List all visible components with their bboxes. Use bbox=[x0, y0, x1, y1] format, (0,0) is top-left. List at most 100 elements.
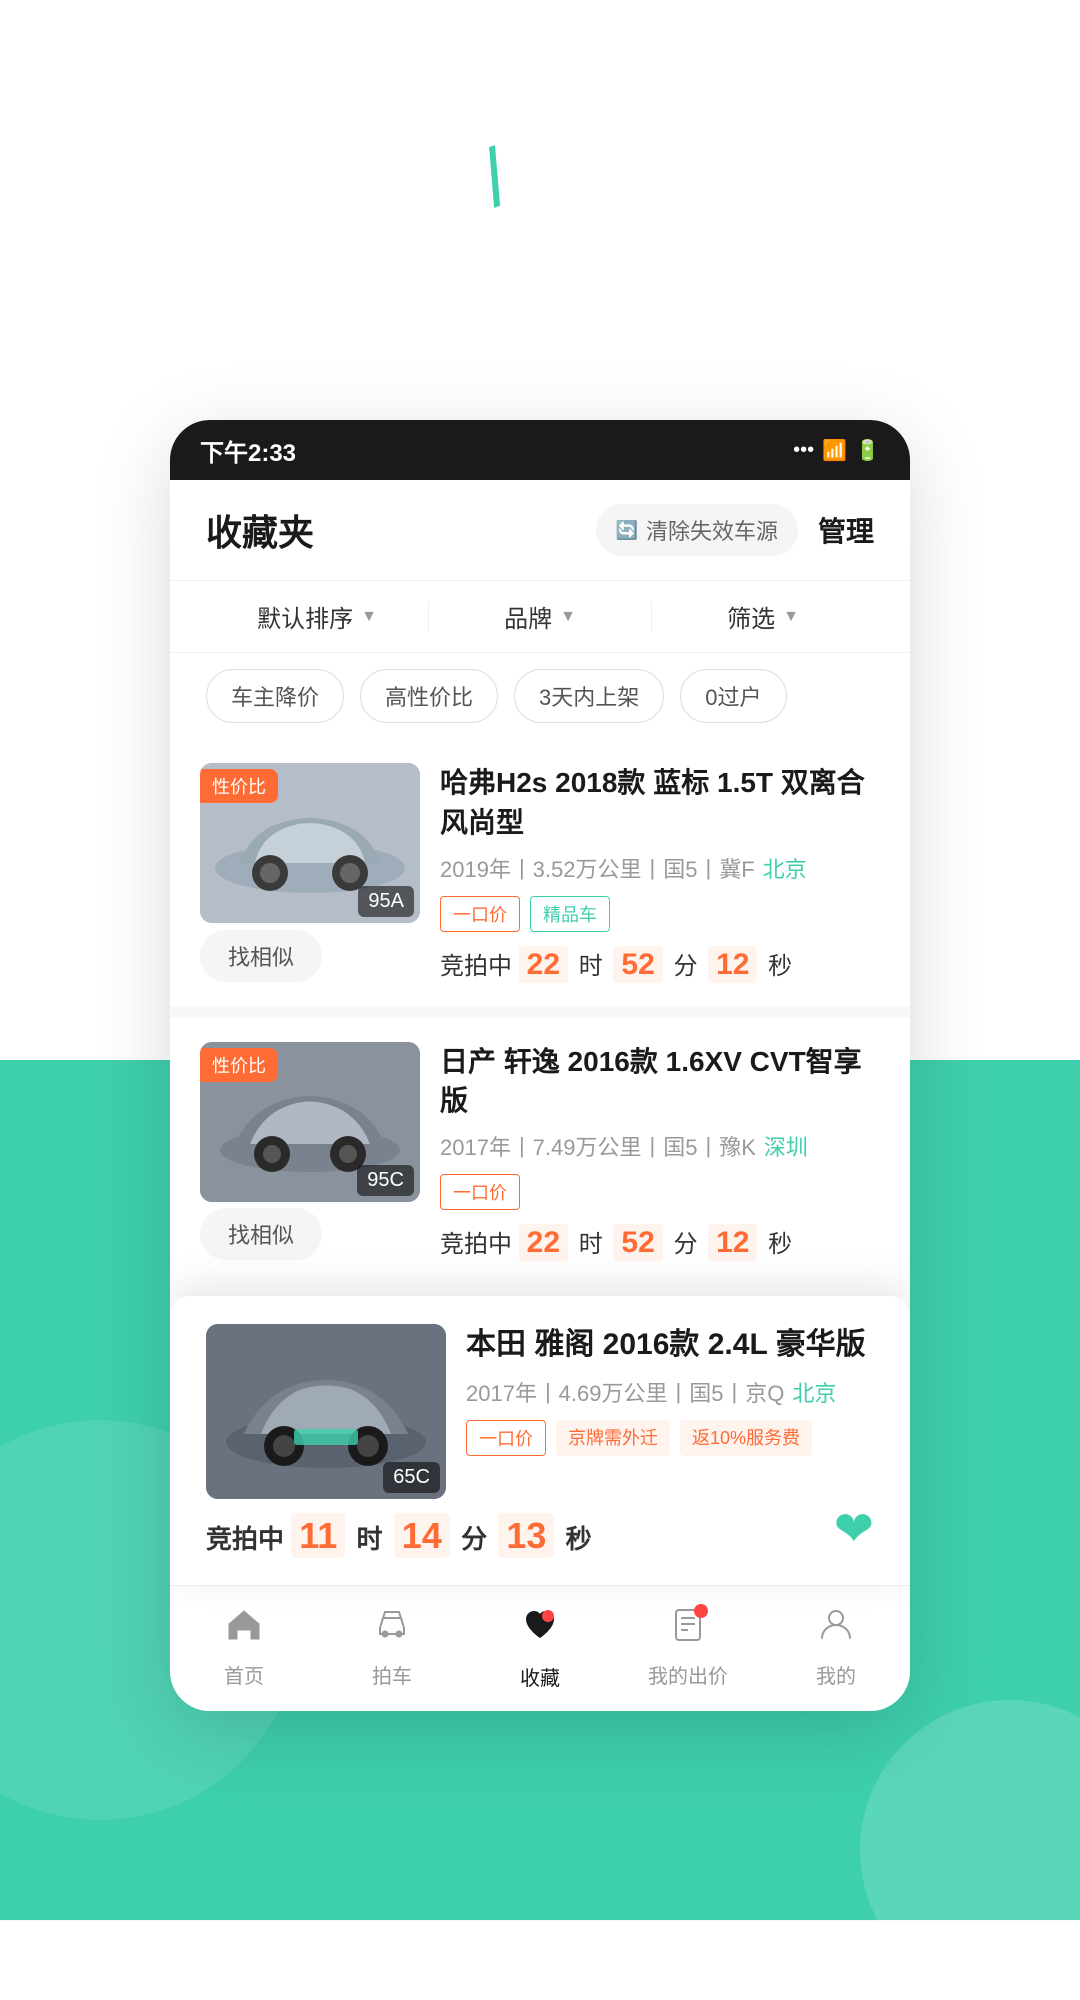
bid-icon bbox=[668, 1604, 708, 1654]
car-item-highlight[interactable]: 65C 本田 雅阁 2016款 2.4L 豪华版 2017年 | 4.69万公里… bbox=[170, 1296, 910, 1585]
car-icon bbox=[372, 1604, 412, 1654]
car-year-3: 2017年 bbox=[466, 1376, 537, 1408]
car-plate-2: 豫K bbox=[719, 1130, 756, 1162]
auction-row-3: 竞拍中 11 时 14 分 13 秒 bbox=[206, 1515, 596, 1557]
auction-minutes-1: 52 bbox=[613, 946, 662, 983]
car-info-1: 哈弗H2s 2018款 蓝标 1.5T 双离合风尚型 2019年 | 3.52万… bbox=[440, 763, 880, 981]
car-emission-2: 国5 bbox=[663, 1130, 697, 1162]
status-time: 下午2:33 bbox=[200, 433, 296, 468]
status-bar: 下午2:33 ••• 📶 🔋 bbox=[170, 420, 910, 480]
quick-tags-row: 车主降价 高性价比 3天内上架 0过户 bbox=[170, 653, 910, 739]
quality-badge-2: 性价比 bbox=[200, 1048, 278, 1082]
car-tag-1-1: 精品车 bbox=[530, 896, 610, 932]
profile-icon bbox=[816, 1604, 856, 1654]
similar-btn-1[interactable]: 找相似 bbox=[200, 930, 322, 982]
signal-icon: ••• bbox=[793, 439, 814, 462]
car-name-2: 日产 轩逸 2016款 1.6XV CVT智享版 bbox=[440, 1042, 880, 1120]
car-meta-2: 2017年 | 7.49万公里 | 国5 | 豫K 深圳 bbox=[440, 1130, 880, 1162]
auction-hours-2: 22 bbox=[519, 1224, 568, 1261]
car-info-3: 本田 雅阁 2016款 2.4L 豪华版 2017年 | 4.69万公里 | 国… bbox=[466, 1324, 874, 1499]
score-badge-3: 65C bbox=[383, 1462, 440, 1493]
nav-profile[interactable]: 我的 bbox=[776, 1604, 896, 1689]
car-tag-3-0: 一口价 bbox=[466, 1420, 546, 1456]
auction-row-1: 竞拍中 22 时 52 分 12 秒 bbox=[440, 946, 880, 982]
car-emission-3: 国5 bbox=[689, 1376, 723, 1408]
car-tag-3-1: 京牌需外迁 bbox=[556, 1420, 670, 1456]
phone-mockup: 下午2:33 ••• 📶 🔋 收藏夹 🔄 清除失效车源 管理 默认排序 ▼ bbox=[170, 420, 910, 1711]
nav-auction[interactable]: 拍车 bbox=[332, 1604, 452, 1689]
clear-icon: 🔄 bbox=[616, 520, 638, 541]
auction-seconds-3: 13 bbox=[498, 1513, 554, 1558]
nav-profile-label: 我的 bbox=[816, 1660, 856, 1689]
manage-button[interactable]: 管理 bbox=[818, 510, 874, 550]
car-tags-3: 一口价 京牌需外迁 返10%服务费 bbox=[466, 1420, 874, 1456]
auction-hours-1: 22 bbox=[519, 946, 568, 983]
header-actions: 🔄 清除失效车源 管理 bbox=[596, 504, 874, 556]
car-location-1: 北京 bbox=[763, 852, 807, 884]
nav-favorites[interactable]: 收藏 bbox=[480, 1602, 600, 1691]
car-year-1: 2019年 bbox=[440, 852, 511, 884]
car-info-2: 日产 轩逸 2016款 1.6XV CVT智享版 2017年 | 7.49万公里… bbox=[440, 1042, 880, 1260]
brand-arrow: ▼ bbox=[560, 608, 576, 626]
screen-label: 筛选 bbox=[727, 599, 775, 634]
car-tag-3-2: 返10%服务费 bbox=[680, 1420, 812, 1456]
car-image-wrap-3: 65C bbox=[206, 1324, 446, 1499]
car-plate-3: 京Q bbox=[745, 1376, 784, 1408]
auction-minutes-2: 52 bbox=[613, 1224, 662, 1261]
filter-bar: 默认排序 ▼ 品牌 ▼ 筛选 ▼ bbox=[170, 581, 910, 653]
status-icons: ••• 📶 🔋 bbox=[793, 438, 880, 463]
car-list: 性价比 95A 找相似 哈弗H2s 2018款 蓝标 1.5T 双离合风尚型 2… bbox=[170, 739, 910, 1284]
auction-seconds-1: 12 bbox=[708, 946, 757, 983]
tag-high-value[interactable]: 高性价比 bbox=[360, 669, 498, 723]
wifi-icon: 📶 bbox=[822, 438, 847, 463]
sort-label: 默认排序 bbox=[257, 599, 353, 634]
nav-home-label: 首页 bbox=[224, 1660, 264, 1689]
car-image-wrap: 性价比 95C bbox=[200, 1042, 420, 1202]
screen-filter[interactable]: 筛选 ▼ bbox=[652, 599, 874, 634]
car-tags-2: 一口价 bbox=[440, 1174, 880, 1210]
clear-label: 清除失效车源 bbox=[646, 514, 778, 546]
auction-hours-3: 11 bbox=[291, 1513, 345, 1558]
car-name-1: 哈弗H2s 2018款 蓝标 1.5T 双离合风尚型 bbox=[440, 763, 880, 841]
tag-owner-discount[interactable]: 车主降价 bbox=[206, 669, 344, 723]
auction-label-3: 竞拍中 bbox=[206, 1524, 284, 1554]
sort-arrow: ▼ bbox=[361, 608, 377, 626]
clear-invalid-button[interactable]: 🔄 清除失效车源 bbox=[596, 504, 798, 556]
car-mileage-2: 7.49万公里 bbox=[533, 1130, 642, 1162]
brand-label: 品牌 bbox=[504, 599, 552, 634]
car-item[interactable]: 性价比 95A 找相似 哈弗H2s 2018款 蓝标 1.5T 双离合风尚型 2… bbox=[170, 739, 910, 1005]
score-badge-1: 95A bbox=[358, 886, 414, 917]
app-header-title: 收藏夹 bbox=[206, 504, 314, 556]
favorite-heart-button[interactable]: ❤ bbox=[834, 1501, 874, 1557]
car-tags-1: 一口价 精品车 bbox=[440, 896, 880, 932]
car-meta-3: 2017年 | 4.69万公里 | 国5 | 京Q 北京 bbox=[466, 1376, 874, 1408]
auction-seconds-2: 12 bbox=[708, 1224, 757, 1261]
car-mileage-3: 4.69万公里 bbox=[559, 1376, 668, 1408]
auction-minutes-3: 14 bbox=[394, 1513, 450, 1558]
bottom-nav: 首页 拍车 bbox=[170, 1585, 910, 1711]
auction-label-1: 竞拍中 bbox=[440, 953, 512, 980]
nav-favorites-label: 收藏 bbox=[520, 1662, 560, 1691]
car-meta-1: 2019年 | 3.52万公里 | 国5 | 冀F 北京 bbox=[440, 852, 880, 884]
sort-filter[interactable]: 默认排序 ▼ bbox=[206, 599, 428, 634]
home-icon bbox=[224, 1604, 264, 1654]
nav-mybid-label: 我的出价 bbox=[648, 1660, 728, 1689]
car-mileage-1: 3.52万公里 bbox=[533, 852, 642, 884]
car-emission-1: 国5 bbox=[663, 852, 697, 884]
car-item[interactable]: 性价比 95C 找相似 日产 轩逸 2016款 1.6XV CVT智享版 201… bbox=[170, 1018, 910, 1284]
quality-badge-1: 性价比 bbox=[200, 769, 278, 803]
car-name-3: 本田 雅阁 2016款 2.4L 豪华版 bbox=[466, 1324, 874, 1366]
car-location-3: 北京 bbox=[792, 1376, 836, 1408]
car-plate-1: 冀F bbox=[719, 852, 754, 884]
auction-row-2: 竞拍中 22 时 52 分 12 秒 bbox=[440, 1224, 880, 1260]
similar-btn-2[interactable]: 找相似 bbox=[200, 1208, 322, 1260]
favorites-icon bbox=[518, 1602, 562, 1656]
tag-new-listing[interactable]: 3天内上架 bbox=[514, 669, 664, 723]
screen-arrow: ▼ bbox=[783, 608, 799, 626]
nav-mybid[interactable]: 我的出价 bbox=[628, 1604, 748, 1689]
car-tag-2-0: 一口价 bbox=[440, 1174, 520, 1210]
tag-zero-transfer[interactable]: 0过户 bbox=[680, 669, 786, 723]
nav-home[interactable]: 首页 bbox=[184, 1604, 304, 1689]
brand-filter[interactable]: 品牌 ▼ bbox=[429, 599, 651, 634]
car-image-wrap: 性价比 95A bbox=[200, 763, 420, 923]
